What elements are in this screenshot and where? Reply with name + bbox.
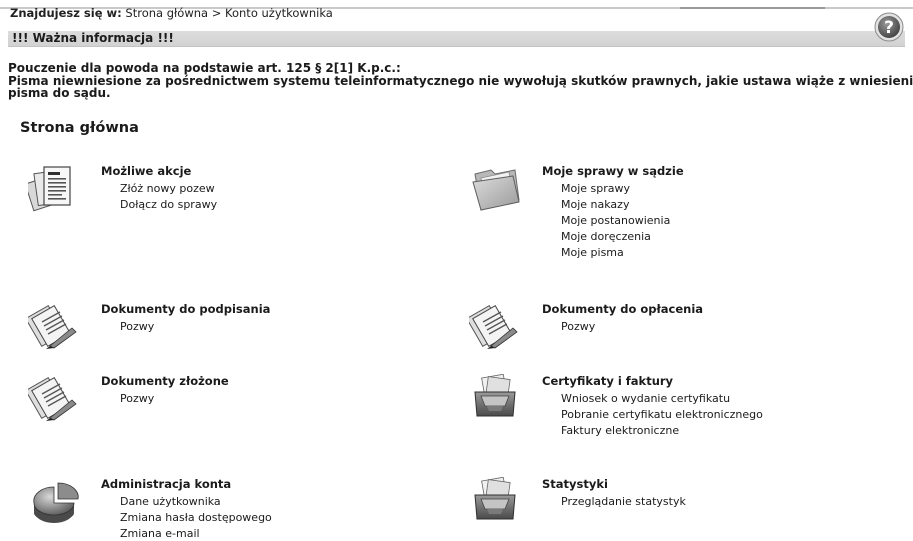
top-divider-accent — [680, 7, 825, 9]
page-title: Strona główna — [20, 120, 139, 136]
link-download-certificate[interactable]: Pobranie certyfikatu elektronicznego — [561, 408, 763, 422]
link-my-letters[interactable]: Moje pisma — [561, 246, 624, 260]
section-title: Certyfikaty i faktury — [542, 374, 674, 388]
help-button-label: ? — [884, 18, 894, 38]
link-browse-statistics[interactable]: Przeglądanie statystyk — [561, 495, 686, 509]
link-change-email[interactable]: Zmiana e-mail — [120, 527, 200, 541]
breadcrumb-separator: > — [211, 6, 222, 20]
link-join-case[interactable]: Dołącz do sprawy — [120, 198, 217, 212]
section-title: Statystyki — [542, 477, 608, 491]
link-lawsuits-to-sign[interactable]: Pozwy — [120, 320, 154, 334]
pie-chart-icon — [33, 482, 79, 523]
link-my-orders[interactable]: Moje nakazy — [561, 198, 629, 212]
breadcrumb-item-home[interactable]: Strona główna — [125, 6, 208, 20]
inbox-tray-icon — [474, 374, 516, 417]
document-list-icon — [28, 166, 71, 212]
breadcrumb: Znajdujesz się w: Strona główna > Konto … — [10, 6, 333, 20]
link-certificate-request[interactable]: Wniosek o wydanie certyfikatu — [561, 392, 730, 406]
section-title: Moje sprawy w sądzie — [542, 164, 684, 178]
section-title: Administracja konta — [101, 477, 232, 491]
help-icon: ? — [874, 12, 904, 42]
link-lawsuits-to-pay[interactable]: Pozwy — [561, 320, 595, 334]
breadcrumb-item-account[interactable]: Konto użytkownika — [225, 6, 333, 20]
link-submitted-lawsuits[interactable]: Pozwy — [120, 392, 154, 406]
important-info-title: !!! Ważna informacja !!! — [12, 31, 174, 45]
link-change-password[interactable]: Zmiana hasła dostępowego — [120, 511, 272, 525]
link-my-deliveries[interactable]: Moje doręczenia — [561, 230, 651, 244]
important-info-bar: !!! Ważna informacja !!! — [8, 31, 905, 47]
link-electronic-invoices[interactable]: Faktury elektroniczne — [561, 424, 679, 438]
sign-documents-icon — [28, 304, 77, 349]
section-title: Dokumenty do opłacenia — [542, 302, 704, 316]
page: Znajdujesz się w: Strona główna > Konto … — [0, 0, 913, 541]
notice-line-1: Pouczenie dla powoda na podstawie art. 1… — [8, 61, 401, 75]
breadcrumb-label: Znajdujesz się w: — [10, 6, 122, 20]
inbox-tray-icon — [474, 477, 516, 520]
help-button[interactable]: ? — [874, 12, 904, 42]
link-my-cases[interactable]: Moje sprawy — [561, 182, 630, 196]
sign-documents-icon — [28, 376, 77, 421]
link-user-data[interactable]: Dane użytkownika — [120, 495, 221, 509]
section-title: Możliwe akcje — [101, 164, 192, 178]
link-file-new-lawsuit[interactable]: Złóż nowy pozew — [120, 182, 215, 196]
notice-line-3: pisma do sądu. — [8, 86, 111, 100]
section-title: Dokumenty do podpisania — [101, 302, 271, 316]
notice-line-2: Pisma niewniesione za pośrednictwem syst… — [8, 73, 913, 88]
sign-documents-icon — [469, 304, 518, 349]
link-my-decisions[interactable]: Moje postanowienia — [561, 214, 670, 228]
section-title: Dokumenty złożone — [101, 374, 229, 388]
folder-icon — [472, 169, 520, 211]
legal-notice: Pouczenie dla powoda na podstawie art. 1… — [8, 61, 913, 100]
